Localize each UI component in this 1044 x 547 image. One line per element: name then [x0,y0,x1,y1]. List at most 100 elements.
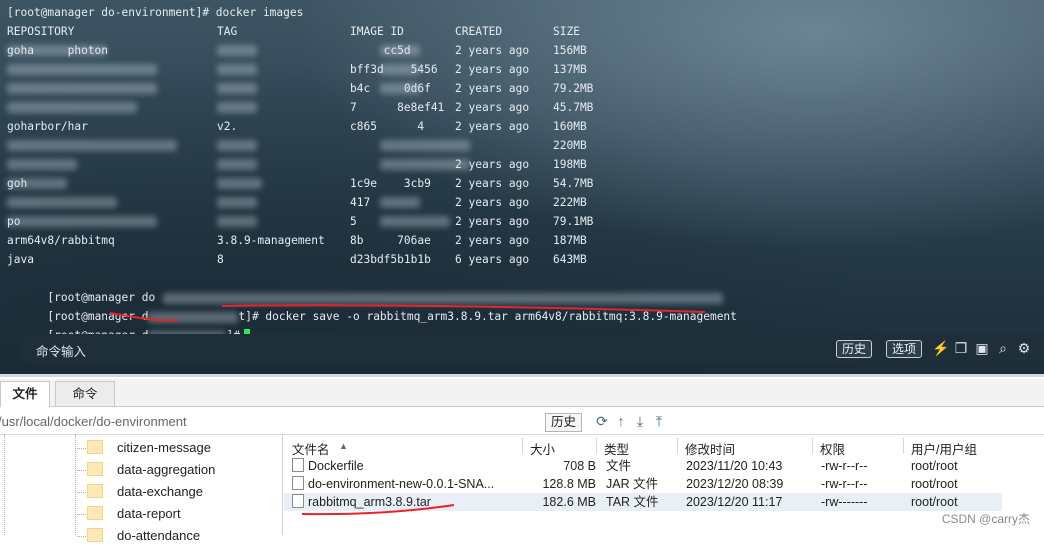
image-created: 2 years ago [455,63,530,76]
image-created: 2 years ago [455,120,530,133]
path-input[interactable]: /usr/local/docker/do-environment [0,414,187,429]
redacted-block [217,45,257,56]
redacted-block [217,102,257,113]
tree-folder-item[interactable]: do-attendance [77,525,200,547]
image-created: 2 years ago [455,177,530,190]
column-divider[interactable] [522,438,523,454]
sort-ascending-icon: ▲ [339,441,348,451]
image-size: 137MB [553,63,587,76]
file-list-header: 文件名 ▲ 大小 类型 修改时间 权限 用户/用户组 [284,437,1044,458]
image-id: 5 [350,215,357,228]
redacted-block [217,64,257,75]
path-history-button[interactable]: 历史 [545,413,583,432]
image-repository: goharbor/har [7,120,88,133]
column-owner[interactable]: 用户/用户组 [911,439,977,458]
redacted-block [217,216,257,227]
column-divider[interactable] [812,438,813,454]
download-icon[interactable]: ⤓ [632,413,648,429]
image-size: 45.7MB [553,101,594,114]
redacted-block [7,178,67,189]
image-tag: 3.8.9-management [217,234,325,247]
header-created: CREATED [455,25,503,38]
column-name[interactable]: 文件名 [292,439,330,458]
header-repository: REPOSITORY [7,25,75,38]
redacted-block [7,140,177,151]
options-button[interactable]: 选项 [886,340,923,358]
file-name: Dockerfile [308,459,364,473]
image-repository: arm64v8/rabbitmq [7,234,115,247]
history-button[interactable]: 历史 [836,340,873,358]
search-icon[interactable]: ⌕ [995,340,1011,356]
file-owner: root/root [911,495,958,509]
folder-icon [87,484,103,498]
file-list: 文件名 ▲ 大小 类型 修改时间 权限 用户/用户组 Dockerfile 708… [284,435,1044,535]
image-size: 160MB [553,120,587,133]
file-row[interactable]: Dockerfile 708 B 文件 2023/11/20 10:43 -rw-r--… [284,457,1002,475]
image-id: 1c9e 3cb9 [350,177,431,190]
file-modified: 2023/11/20 10:43 [686,459,783,473]
tree-folder-item[interactable]: data-exchange [77,481,203,503]
file-permissions: -rw-r--r-- [821,459,868,473]
image-size: 198MB [553,158,587,171]
file-owner: root/root [911,477,958,491]
image-id: 8b 706ae [350,234,431,247]
file-icon [292,458,304,472]
redacted-block [7,45,107,56]
file-manager: 文件 命令 /usr/local/docker/do-environment 历… [0,374,1044,543]
directory-tree: citizen-message data-aggregation data-exch… [0,435,283,543]
column-permissions[interactable]: 权限 [820,439,845,458]
tree-guide [75,435,76,535]
file-modified: 2023/12/20 08:39 [686,477,784,491]
image-created: 2 years ago [455,44,530,57]
settings-icon[interactable]: ⚙ [1016,340,1032,356]
terminal-prompt-line: [root@manager do [7,269,737,304]
lightning-icon[interactable]: ⚡ [932,340,949,356]
redacted-block [217,178,262,189]
column-divider[interactable] [596,438,597,454]
image-row: 417 2 years ago 222MB [7,193,737,212]
file-icon [292,494,304,508]
column-modified[interactable]: 修改时间 [685,439,735,458]
header-image-id: IMAGE ID [350,25,404,38]
refresh-icon[interactable]: ⟳ [594,413,610,429]
tab-files[interactable]: 文件 [0,381,50,407]
splitter[interactable] [0,374,1044,377]
terminal-save-line: [root@manager d t]# docker save -o rabbit… [7,288,736,323]
column-divider[interactable] [677,438,678,454]
header-size: SIZE [553,25,580,38]
file-icon [292,476,304,490]
tree-folder-item[interactable]: data-report [77,503,181,525]
upload-icon[interactable]: ⤒ [651,413,667,429]
image-tag: 8 [217,253,224,266]
redacted-block [380,216,450,227]
command-input-bar[interactable]: 命令输入 历史 选项 ⚡ ❐ ▣ ⌕ ⚙ [20,334,1044,364]
tree-folder-item[interactable]: citizen-message [77,437,211,459]
redacted-block [217,197,257,208]
redacted-block [7,102,137,113]
image-row: arm64v8/rabbitmq 3.8.9-management 8b 706ae… [7,231,737,250]
terminal-output: [root@manager do-environment]# docker im… [7,3,737,344]
watermark: CSDN @carry杰 [941,512,1030,526]
image-size: 79.1MB [553,215,594,228]
file-type: TAR 文件 [606,495,659,509]
image-row: goh 1c9e 3cb9 2 years ago 54.7MB [7,174,737,193]
terminal-pane[interactable]: [root@manager do-environment]# docker im… [0,0,1044,374]
column-size[interactable]: 大小 [530,439,555,458]
tab-commands[interactable]: 命令 [55,381,115,406]
folder-icon [87,462,103,476]
file-row[interactable]: do-environment-new-0.0.1-SNA... 128.8 MB J… [284,475,1002,493]
column-divider[interactable] [903,438,904,454]
tree-folder-item[interactable]: data-aggregation [77,459,215,481]
file-row[interactable]: rabbitmq_arm3.8.9.tar 182.6 MB TAR 文件 2023/… [284,493,1002,511]
image-row: goha photon cc5d 2 years ago 156MB [7,41,737,60]
image-created: 2 years ago [455,234,530,247]
image-created: 2 years ago [455,101,530,114]
copy-icon[interactable]: ❐ [953,340,969,356]
tree-guide [4,435,5,535]
up-directory-icon[interactable]: ↑ [613,413,629,429]
file-size: 128.8 MB [542,477,596,491]
paste-icon[interactable]: ▣ [974,340,990,356]
file-permissions: -rw-r--r-- [821,477,868,491]
column-type[interactable]: 类型 [604,439,629,458]
folder-icon [87,506,103,520]
